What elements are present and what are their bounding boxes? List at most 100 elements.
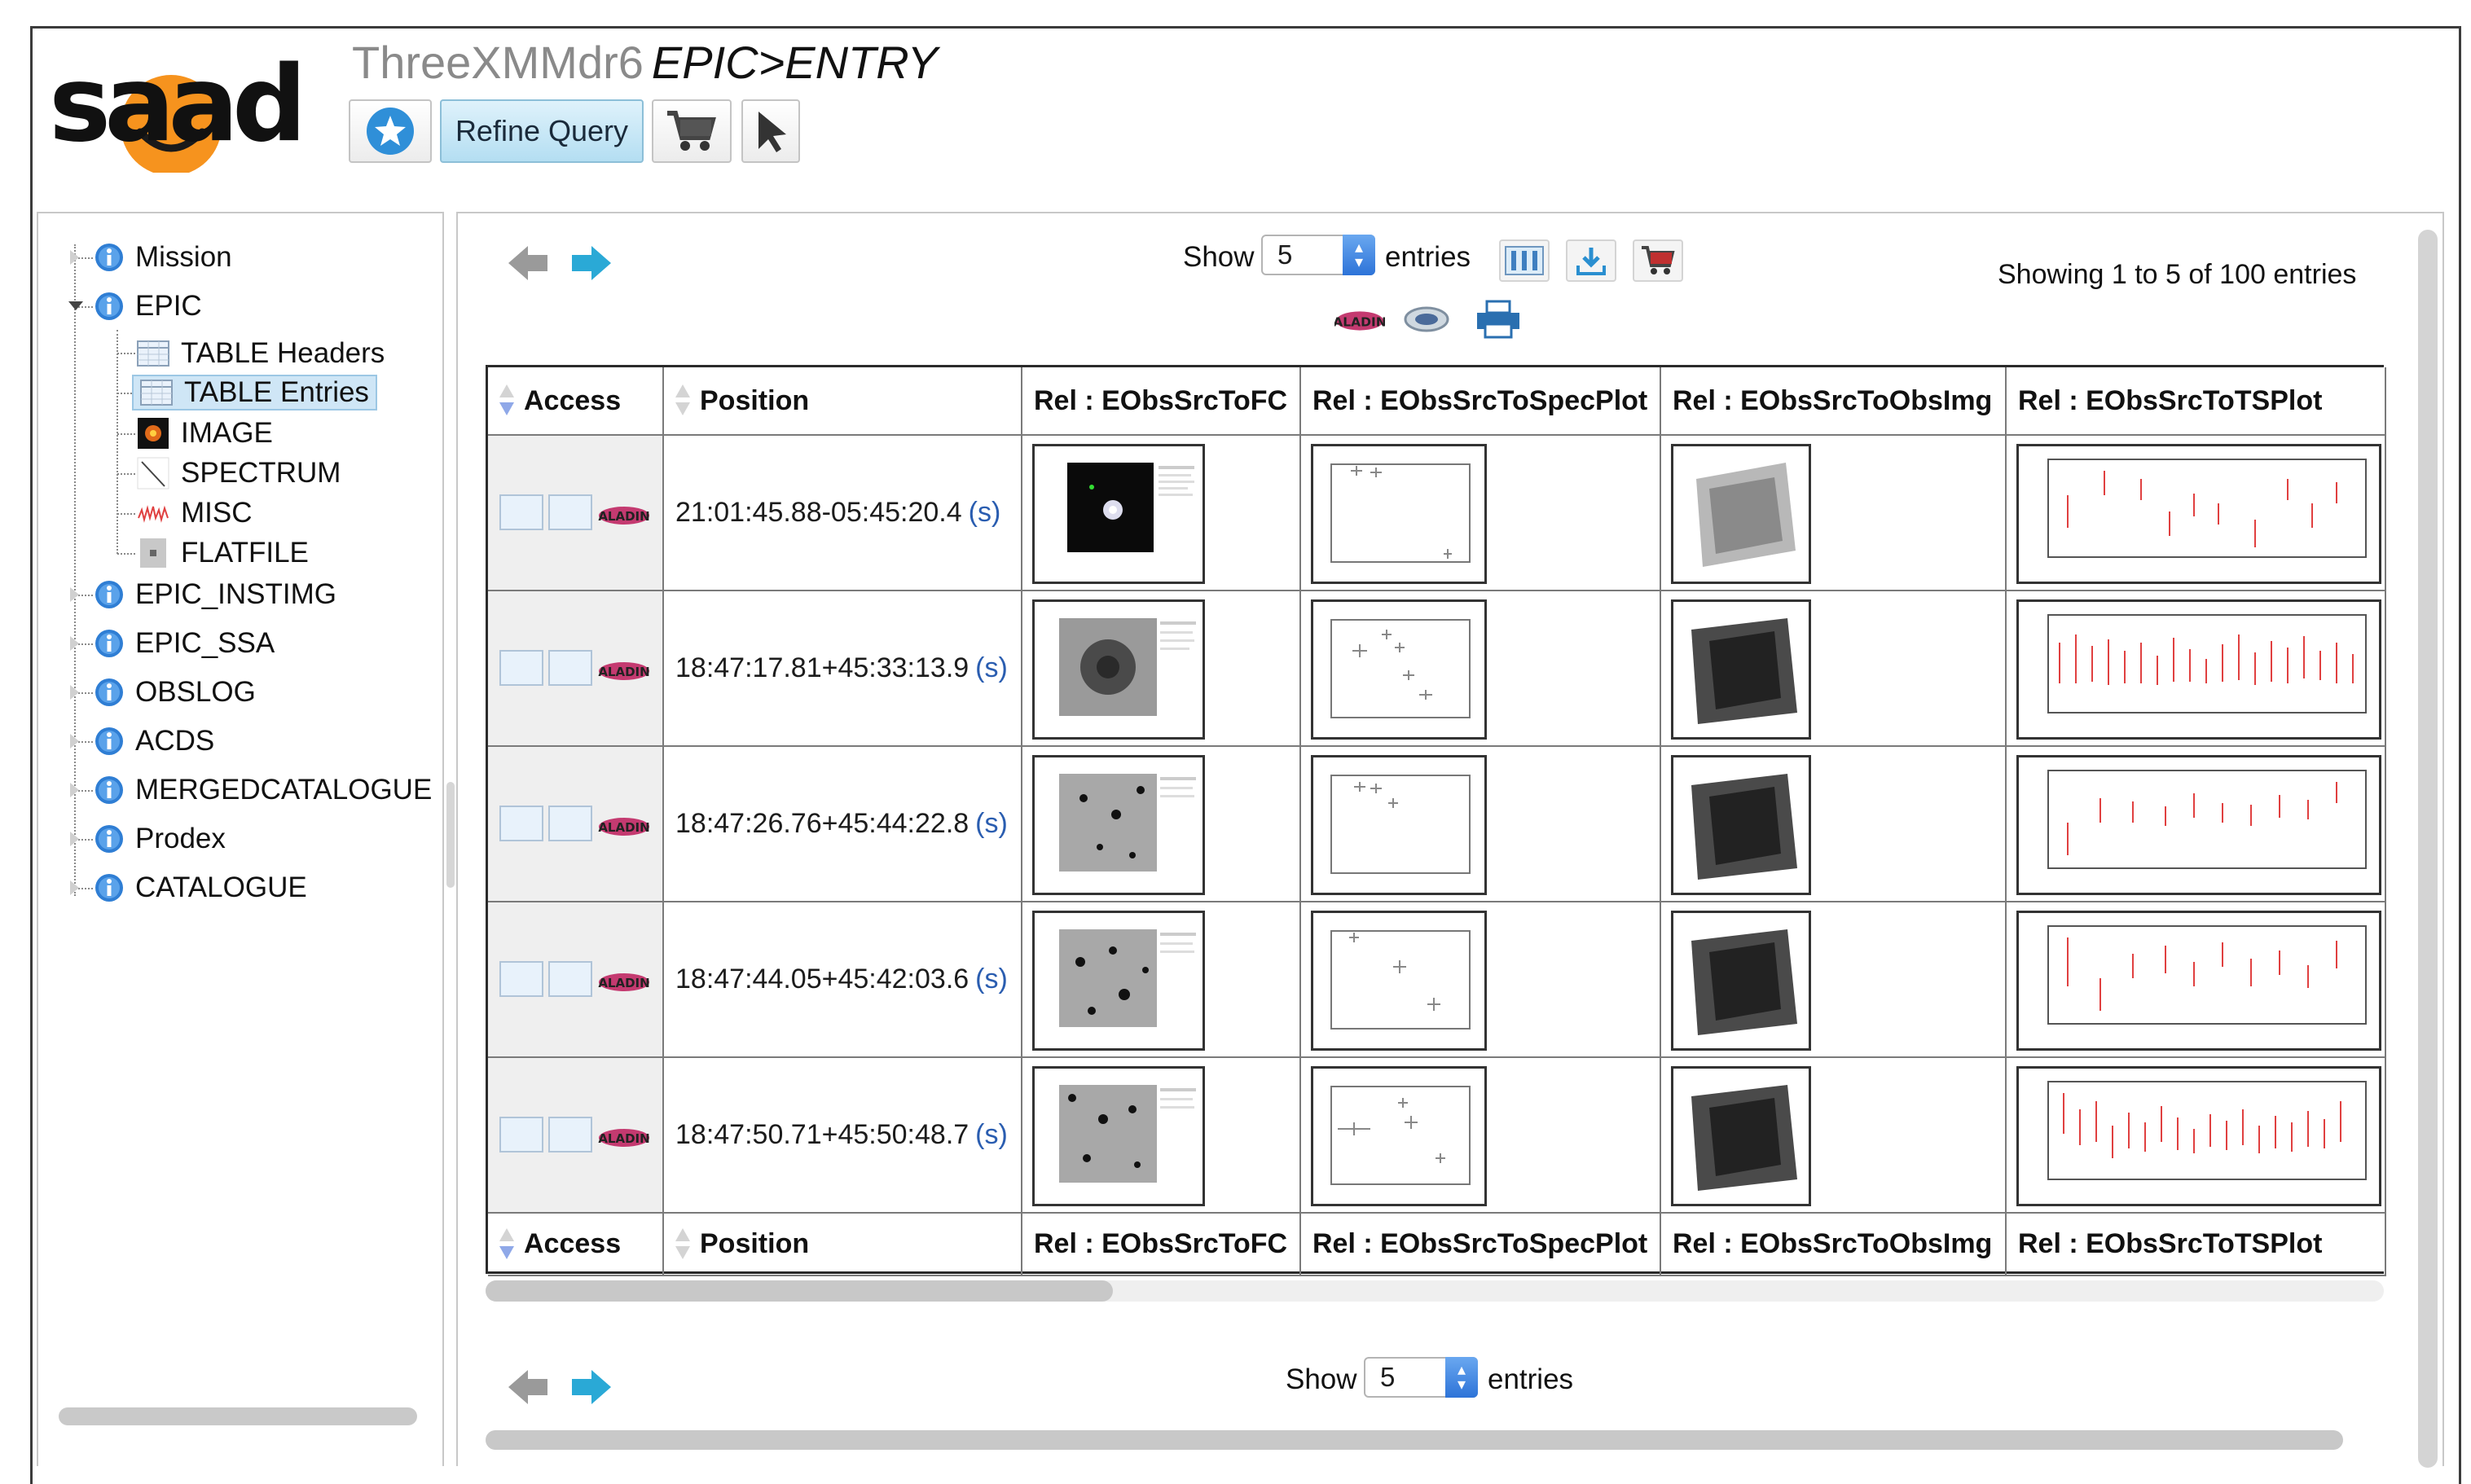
expander-mission[interactable] xyxy=(70,250,79,265)
scrollbar-thumb[interactable] xyxy=(486,1280,1113,1302)
page-horizontal-scrollbar[interactable] xyxy=(486,1430,2343,1450)
timeseries-plot-thumbnail[interactable] xyxy=(2016,755,2381,895)
column-footer-position[interactable]: Position xyxy=(664,1214,1022,1276)
timeseries-plot-thumbnail[interactable] xyxy=(2016,911,2381,1051)
flatfile-icon xyxy=(137,537,169,569)
cart-button[interactable] xyxy=(652,99,732,163)
prev-page-arrow-icon[interactable] xyxy=(507,1368,549,1406)
position-cell: 18:47:17.81+45:33:13.9 (s) xyxy=(664,591,1022,747)
tree-label: IMAGE xyxy=(181,417,273,449)
timeseries-plot-thumbnail[interactable] xyxy=(2016,599,2381,740)
image-icon xyxy=(137,417,169,450)
bookmark-button[interactable] xyxy=(349,99,432,163)
simbad-link[interactable]: (s) xyxy=(969,497,1001,529)
expander[interactable] xyxy=(70,783,79,797)
observation-image-thumbnail[interactable] xyxy=(1671,1066,1811,1206)
expander[interactable] xyxy=(70,734,79,749)
column-header-access[interactable]: Access xyxy=(488,367,664,436)
specplot-cell xyxy=(1301,591,1661,747)
column-header-specplot[interactable]: Rel : EObsSrcToSpecPlot xyxy=(1301,367,1661,436)
column-footer-access[interactable]: Access xyxy=(488,1214,664,1276)
expander[interactable] xyxy=(70,880,79,895)
spectrum-plot-thumbnail[interactable] xyxy=(1311,911,1487,1051)
sort-icon xyxy=(675,383,690,419)
spectrum-plot-thumbnail[interactable] xyxy=(1311,755,1487,895)
position-cell: 21:01:45.88-05:45:20.4 (s) xyxy=(664,436,1022,591)
tree-horizontal-scrollbar[interactable] xyxy=(59,1407,417,1425)
panel-splitter[interactable] xyxy=(446,782,455,888)
pointer-button[interactable] xyxy=(741,99,800,163)
page-size-select-bottom[interactable]: 5 ▴ ▾ xyxy=(1364,1357,1478,1398)
expander[interactable] xyxy=(70,636,79,651)
next-page-arrow-icon[interactable] xyxy=(570,244,613,282)
table-view-icon[interactable] xyxy=(499,1117,543,1153)
finding-chart-thumbnail[interactable] xyxy=(1032,444,1205,584)
samp-button[interactable] xyxy=(1401,298,1452,340)
finding-chart-thumbnail[interactable] xyxy=(1032,755,1205,895)
aladin-icon[interactable]: ALADIN xyxy=(597,964,651,997)
info-icon xyxy=(95,775,124,805)
column-footer-fc[interactable]: Rel : EObsSrcToFC xyxy=(1022,1214,1301,1276)
prev-page-arrow-icon[interactable] xyxy=(507,244,549,282)
print-button[interactable] xyxy=(1473,298,1523,340)
table-view-icon[interactable] xyxy=(499,806,543,841)
aladin-button[interactable]: ALADIN xyxy=(1334,298,1385,340)
simbad-link[interactable]: (s) xyxy=(975,964,1008,995)
simbad-link[interactable]: (s) xyxy=(975,1119,1008,1151)
simbad-link[interactable]: (s) xyxy=(975,808,1008,840)
access-cell: ALADIN xyxy=(488,591,664,747)
expander[interactable] xyxy=(70,685,79,700)
spectrum-plot-thumbnail[interactable] xyxy=(1311,1066,1487,1206)
table-icon xyxy=(137,340,169,367)
download-button[interactable] xyxy=(1566,239,1616,282)
column-header-obsimg[interactable]: Rel : EObsSrcToObsImg xyxy=(1661,367,2007,436)
table-details-icon[interactable] xyxy=(548,650,592,686)
observation-image-thumbnail[interactable] xyxy=(1671,599,1811,740)
table-horizontal-scrollbar[interactable] xyxy=(486,1280,2384,1302)
table-details-icon[interactable] xyxy=(548,806,592,841)
timeseries-plot-thumbnail[interactable] xyxy=(2016,444,2381,584)
finding-chart-thumbnail[interactable] xyxy=(1032,599,1205,740)
expander-epic[interactable] xyxy=(68,301,83,310)
observation-image-thumbnail[interactable] xyxy=(1671,444,1811,584)
svg-text:saada: saada xyxy=(49,44,301,165)
download-icon xyxy=(1576,248,1606,275)
tsplot-cell xyxy=(2007,436,2386,591)
simbad-link[interactable]: (s) xyxy=(975,652,1008,684)
table-view-icon[interactable] xyxy=(499,494,543,530)
table-view-icon[interactable] xyxy=(499,961,543,997)
aladin-icon[interactable]: ALADIN xyxy=(597,809,651,841)
column-header-tsplot[interactable]: Rel : EObsSrcToTSPlot xyxy=(2007,367,2386,436)
samp-icon xyxy=(1404,306,1449,332)
table-details-icon[interactable] xyxy=(548,961,592,997)
column-header-fc[interactable]: Rel : EObsSrcToFC xyxy=(1022,367,1301,436)
column-header-position[interactable]: Position xyxy=(664,367,1022,436)
columns-button[interactable] xyxy=(1499,239,1550,282)
column-footer-obsimg[interactable]: Rel : EObsSrcToObsImg xyxy=(1661,1214,2007,1276)
timeseries-plot-thumbnail[interactable] xyxy=(2016,1066,2381,1206)
observation-image-thumbnail[interactable] xyxy=(1671,755,1811,895)
spectrum-plot-thumbnail[interactable] xyxy=(1311,444,1487,584)
observation-image-thumbnail[interactable] xyxy=(1671,911,1811,1051)
tree-label: Mission xyxy=(135,241,232,273)
spectrum-plot-thumbnail[interactable] xyxy=(1311,599,1487,740)
refine-query-button[interactable]: Refine Query xyxy=(440,99,644,163)
sort-icon xyxy=(499,1227,514,1262)
add-to-cart-button[interactable] xyxy=(1633,239,1683,282)
aladin-icon[interactable]: ALADIN xyxy=(597,1120,651,1153)
table-details-icon[interactable] xyxy=(548,1117,592,1153)
column-footer-specplot[interactable]: Rel : EObsSrcToSpecPlot xyxy=(1301,1214,1661,1276)
finding-chart-thumbnail[interactable] xyxy=(1032,1066,1205,1206)
expander[interactable] xyxy=(70,832,79,846)
finding-chart-thumbnail[interactable] xyxy=(1032,911,1205,1051)
aladin-icon[interactable]: ALADIN xyxy=(597,498,651,530)
aladin-icon[interactable]: ALADIN xyxy=(597,653,651,686)
obsimg-cell xyxy=(1661,1058,2007,1214)
expander[interactable] xyxy=(70,587,79,602)
next-page-arrow-icon[interactable] xyxy=(570,1368,613,1406)
column-footer-tsplot[interactable]: Rel : EObsSrcToTSPlot xyxy=(2007,1214,2386,1276)
table-view-icon[interactable] xyxy=(499,650,543,686)
results-vertical-scrollbar[interactable] xyxy=(2418,230,2438,1468)
table-details-icon[interactable] xyxy=(548,494,592,530)
page-size-select[interactable]: 5 ▴ ▾ xyxy=(1261,235,1375,275)
